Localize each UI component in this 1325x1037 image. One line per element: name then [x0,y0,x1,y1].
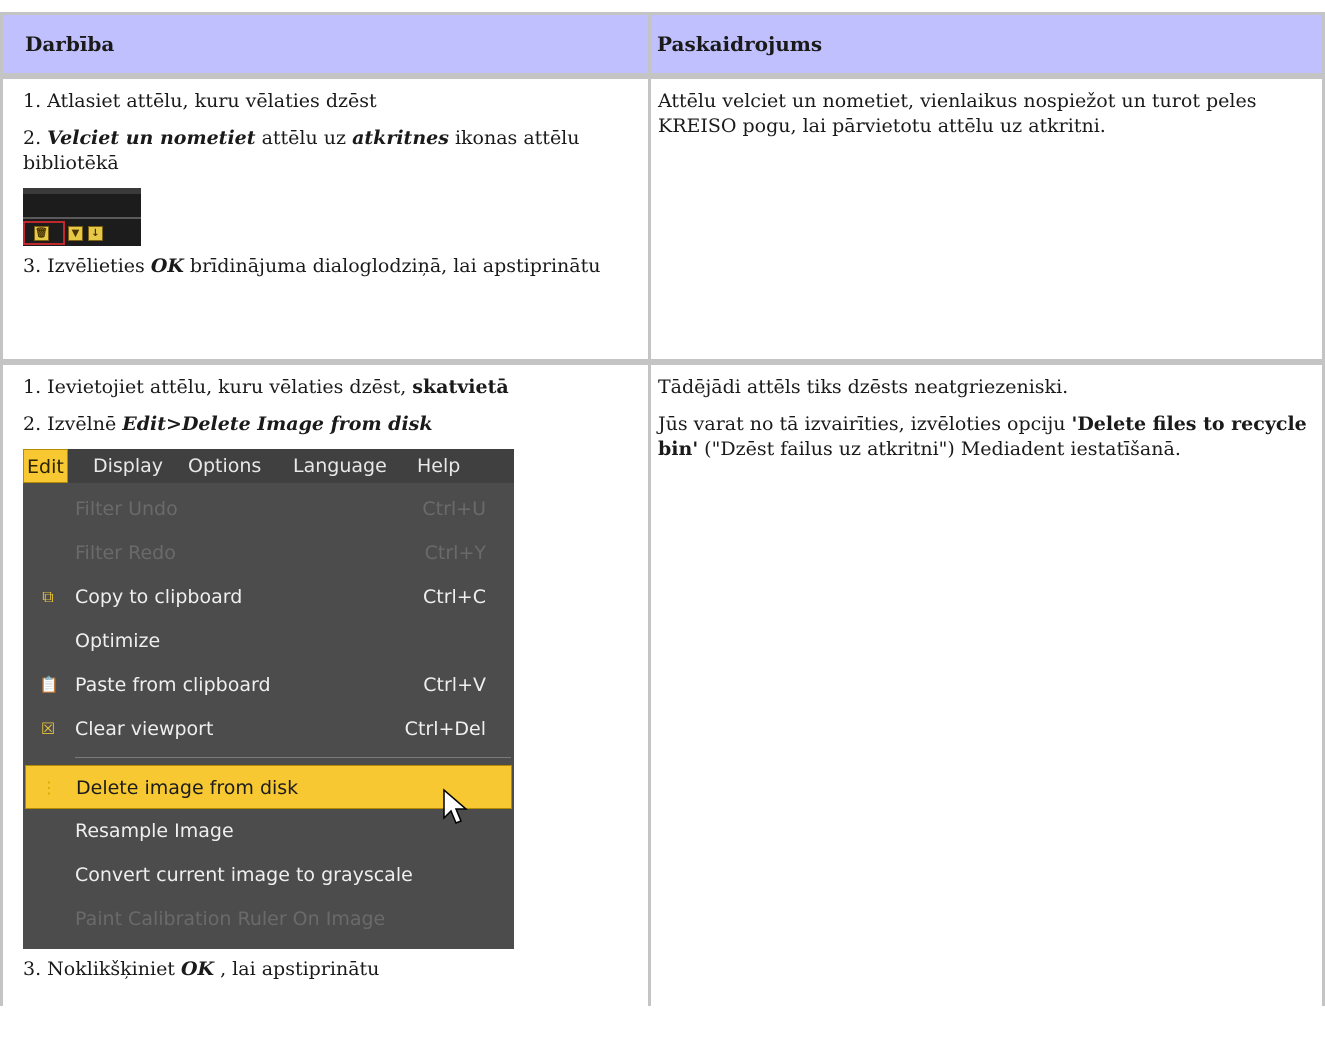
menu-options[interactable]: Options [188,449,261,483]
menu-separator [75,757,511,758]
menu-edit[interactable]: Edit [23,449,68,483]
menu-item-clear-viewport[interactable]: ☒ Clear viewport Ctrl+Del [23,707,514,751]
menu-help[interactable]: Help [417,449,460,483]
header-explanation: Paskaidrojums [648,12,1325,73]
row2-step3: 3. Noklikšķiniet OK , lai apstiprinātu [23,958,380,980]
row2-step2: 2. Izvēlnē Edit>Delete Image from disk [23,413,433,435]
paste-icon: 📋 [39,675,59,694]
row2-explanation: Tādējādi attēls tiks dzēsts neatgriezeni… [648,362,1325,1006]
menu-item-calibration-ruler[interactable]: Paint Calibration Ruler On Image [23,897,514,941]
trash-icon[interactable]: 🗑 [34,226,49,241]
row1-step3: 3. Izvēlieties OK brīdinājuma dialoglodz… [23,255,601,277]
row2-explanation-2: Jūs varat no tā izvairīties, izvēloties … [658,413,1307,460]
row1-explanation: Attēlu velciet un nometiet, vienlaikus n… [648,76,1325,359]
filter-icon[interactable]: ▼ [68,226,83,241]
edit-menu-screenshot: Edit Display Options Language Help Filte… [23,449,514,949]
menu-item-filter-undo[interactable]: Filter Undo Ctrl+U [23,487,514,531]
menu-item-resample[interactable]: Resample Image [23,809,514,853]
copy-icon: ⧉ [42,587,54,606]
row1-step2: 2. Velciet un nometiet attēlu uz atkritn… [23,127,580,174]
row2-actions: 1. Ievietojiet attēlu, kuru vēlaties dzē… [0,362,648,1006]
row1-actions: 1. Atlasiet attēlu, kuru vēlaties dzēst … [0,76,648,359]
instruction-table: Darbība Paskaidrojums 1. Atlasiet attēlu… [0,12,1325,1006]
clear-icon: ☒ [40,719,56,738]
row1-step1: 1. Atlasiet attēlu, kuru vēlaties dzēst [23,90,377,112]
header-action: Darbība [0,12,648,73]
menu-item-paste[interactable]: 📋 Paste from clipboard Ctrl+V [23,663,514,707]
download-icon[interactable]: ↓ [88,226,103,241]
menu-language[interactable]: Language [293,449,387,483]
mouse-cursor-icon [443,788,469,824]
menu-item-grayscale[interactable]: Convert current image to grayscale [23,853,514,897]
menu-item-filter-redo[interactable]: Filter Redo Ctrl+Y [23,531,514,575]
menu-item-optimize[interactable]: Optimize [23,619,514,663]
menu-item-copy[interactable]: ⧉ Copy to clipboard Ctrl+C [23,575,514,619]
row2-step1: 1. Ievietojiet attēlu, kuru vēlaties dzē… [23,376,509,398]
menubar: Edit Display Options Language Help [23,449,514,483]
delete-icon: ⋮ [41,778,57,797]
menu-item-delete-image[interactable]: ⋮ Delete image from disk [25,765,512,809]
library-toolbar-screenshot: 🗑 ▼ ↓ [23,188,141,246]
menu-display[interactable]: Display [93,449,163,483]
